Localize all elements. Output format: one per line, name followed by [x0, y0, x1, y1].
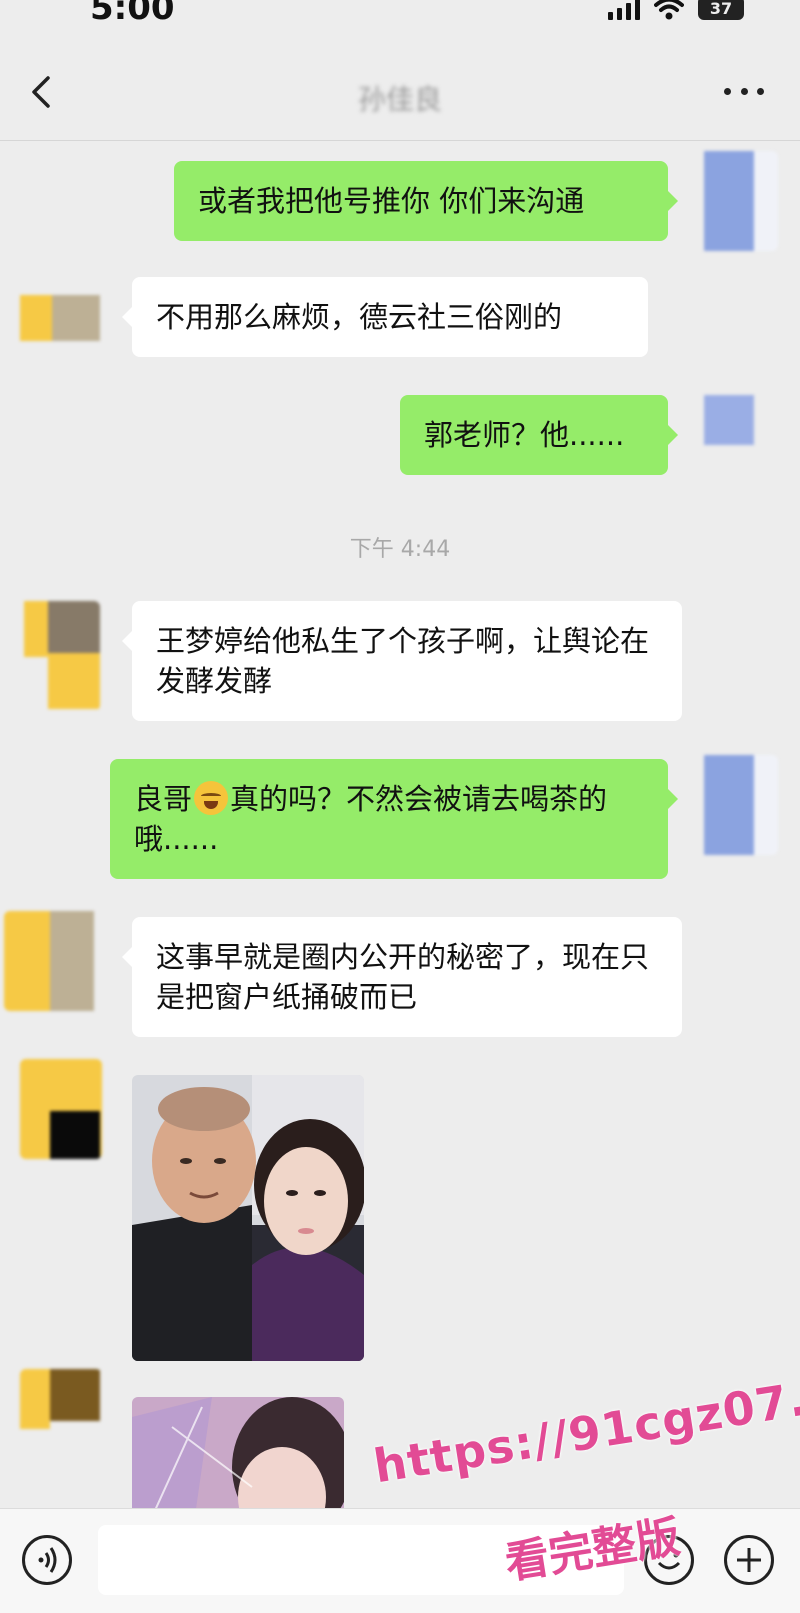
battery-icon: 37: [698, 0, 744, 20]
more-dot-icon: [724, 87, 731, 95]
crying-face-icon: [194, 781, 229, 815]
chat-title: 孙佳良: [357, 83, 442, 116]
contact-avatar[interactable]: [20, 1369, 102, 1439]
more-dot-icon: [757, 87, 764, 95]
message-timestamp: 下午 4:44: [349, 537, 451, 562]
message-text: 郭老师？他......: [424, 418, 625, 452]
message-text-before: 良哥: [134, 782, 193, 816]
message-text: 王梦婷给他私生了个孩子啊，让舆论在发酵发酵: [156, 624, 650, 698]
message-bubble-incoming[interactable]: 王梦婷给他私生了个孩子啊，让舆论在发酵发酵: [122, 601, 682, 721]
contact-avatar[interactable]: [20, 1059, 102, 1159]
message-bubble-outgoing[interactable]: 良哥 真的吗？不然会被请去喝茶的哦......: [110, 759, 678, 879]
cellular-signal-icon: [608, 0, 640, 20]
status-time: 5:00: [90, 0, 175, 28]
voice-button[interactable]: [22, 1535, 72, 1585]
status-icons: 37: [608, 0, 744, 20]
more-actions-button[interactable]: [724, 1535, 774, 1585]
chat-header: 孙佳良: [0, 40, 800, 141]
my-avatar[interactable]: [700, 755, 778, 855]
wifi-icon: [654, 0, 684, 20]
more-dot-icon: [740, 87, 748, 95]
message-text: 这事早就是圈内公开的秘密了，现在只是把窗户纸捅破而已: [156, 940, 650, 1014]
message-bubble-incoming[interactable]: 不用那么麻烦，德云社三俗刚的: [122, 277, 648, 357]
contact-avatar[interactable]: [20, 601, 100, 711]
status-bar: 5:00 37: [0, 0, 800, 40]
photo-image: [132, 1397, 344, 1508]
message-list[interactable]: 或者我把他号推你 你们来沟通 不用那么麻烦，德云社三俗刚的 郭老师？他.....…: [0, 141, 800, 1508]
message-bubble-incoming[interactable]: 这事早就是圈内公开的秘密了，现在只是把窗户纸捅破而已: [122, 917, 682, 1037]
message-text: 不用那么麻烦，德云社三俗刚的: [156, 300, 563, 334]
my-avatar[interactable]: [700, 395, 778, 465]
contact-avatar[interactable]: [20, 277, 100, 357]
message-text: 或者我把他号推你 你们来沟通: [198, 184, 585, 218]
plus-icon: [737, 1548, 761, 1572]
voice-icon: [38, 1547, 57, 1573]
photo-message[interactable]: [132, 1397, 344, 1508]
message-bubble-outgoing[interactable]: 郭老师？他......: [400, 395, 678, 475]
photo-message[interactable]: [132, 1075, 364, 1361]
message-bubble-outgoing[interactable]: 或者我把他号推你 你们来沟通: [174, 161, 678, 241]
contact-avatar[interactable]: [4, 911, 104, 1011]
photo-image: [132, 1075, 364, 1361]
more-options-button[interactable]: [724, 76, 764, 106]
my-avatar[interactable]: [700, 151, 778, 251]
